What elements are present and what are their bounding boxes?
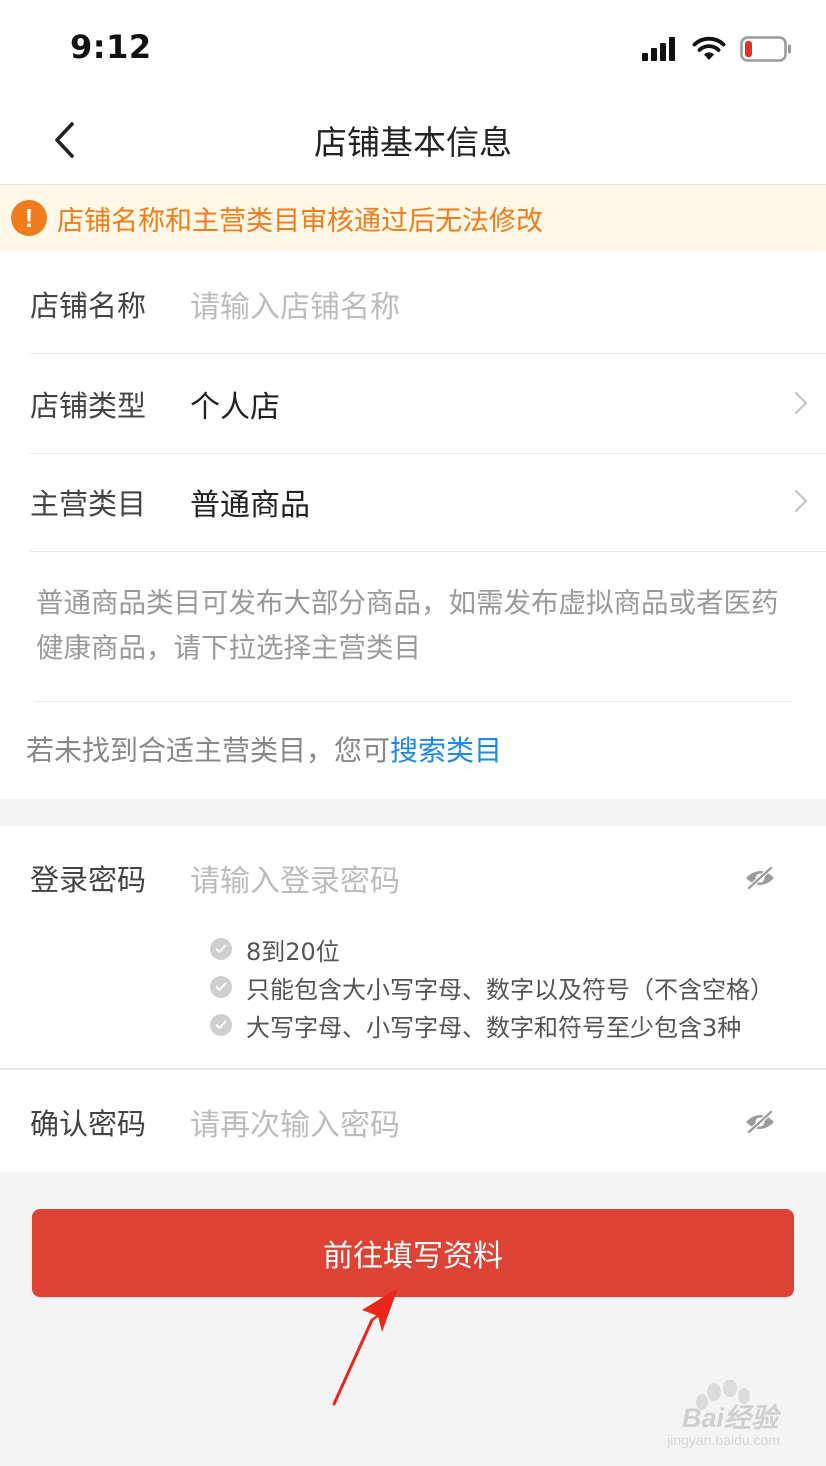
shop-type-row[interactable]: 店铺类型 个人店: [30, 355, 826, 454]
battery-low-icon: [740, 36, 791, 62]
login-password-label: 登录密码: [30, 863, 147, 897]
chevron-right-icon: [794, 391, 808, 415]
warning-icon: !: [11, 200, 47, 236]
notice-text: 店铺名称和主营类目审核通过后无法修改: [57, 205, 543, 237]
shop-name-input[interactable]: 请输入店铺名称: [190, 282, 400, 326]
check-circle-icon: [210, 976, 232, 998]
password-section: 登录密码 请输入登录密码 8到20位 只能包含大小写字母、数字以及符号（不含空格…: [0, 826, 826, 1172]
watermark-url: jingyan.baidu.com: [667, 1432, 780, 1448]
nav-bar: 店铺基本信息: [0, 96, 826, 185]
confirm-password-label: 确认密码: [30, 1107, 147, 1141]
status-bar: 9:12: [0, 0, 826, 96]
divider: [34, 701, 792, 702]
shop-name-label: 店铺名称: [30, 289, 147, 323]
password-rule-text: 大写字母、小写字母、数字和符号至少包含3种: [246, 1013, 742, 1042]
divider: [0, 1068, 826, 1070]
password-rule: 只能包含大小写字母、数字以及符号（不含空格）: [210, 968, 774, 1006]
check-circle-icon: [210, 1014, 232, 1036]
password-rule: 大写字母、小写字母、数字和符号至少包含3种: [210, 1006, 774, 1044]
password-rules: 8到20位 只能包含大小写字母、数字以及符号（不含空格） 大写字母、小写字母、数…: [210, 930, 774, 1044]
eye-off-icon[interactable]: [744, 1110, 776, 1134]
login-password-input[interactable]: 请输入登录密码: [190, 856, 400, 900]
notice-banner: ! 店铺名称和主营类目审核通过后无法修改: [0, 185, 826, 251]
search-category-link[interactable]: 搜索类目: [390, 734, 502, 767]
shop-name-row[interactable]: 店铺名称 请输入店铺名称: [30, 255, 826, 354]
status-time: 9:12: [70, 28, 152, 66]
main-category-label: 主营类目: [30, 487, 147, 521]
page: 9:12 店铺基本信息 ! 店铺名称和主营类目审核通过后无法修改 店铺名称 请输…: [0, 0, 826, 1466]
cellular-signal-icon: [642, 37, 675, 61]
eye-off-icon[interactable]: [744, 866, 776, 890]
watermark-brand: Bai经验: [681, 1403, 778, 1433]
page-title: 店铺基本信息: [314, 123, 512, 162]
wifi-icon: [692, 36, 726, 60]
chevron-right-icon: [794, 489, 808, 513]
confirm-password-row[interactable]: 确认密码 请再次输入密码: [30, 1072, 826, 1172]
main-category-row[interactable]: 主营类目 普通商品: [30, 453, 826, 552]
main-category-value: 普通商品: [190, 488, 310, 523]
status-icons: [642, 34, 792, 64]
submit-button[interactable]: 前往填写资料: [32, 1209, 794, 1297]
password-rule: 8到20位: [210, 930, 774, 968]
annotation-arrow-icon: [332, 1288, 398, 1406]
search-hint-text: 若未找到合适主营类目，您可: [26, 734, 391, 767]
category-description: 普通商品类目可发布大部分商品，如需发布虚拟商品或者医药健康商品，请下拉选择主营类…: [36, 587, 779, 664]
search-hint: 若未找到合适主营类目，您可搜索类目: [26, 729, 502, 769]
check-circle-icon: [210, 938, 232, 960]
shop-type-value: 个人店: [190, 390, 280, 425]
shop-type-label: 店铺类型: [30, 389, 147, 423]
password-rule-text: 8到20位: [246, 937, 340, 966]
shop-info-section: 店铺名称 请输入店铺名称 店铺类型 个人店 主营类目 普通商品 普通商品类目可发…: [0, 251, 826, 799]
confirm-password-input[interactable]: 请再次输入密码: [190, 1100, 400, 1144]
login-password-row[interactable]: 登录密码 请输入登录密码: [30, 828, 826, 928]
password-rule-text: 只能包含大小写字母、数字以及符号（不含空格）: [246, 975, 774, 1004]
